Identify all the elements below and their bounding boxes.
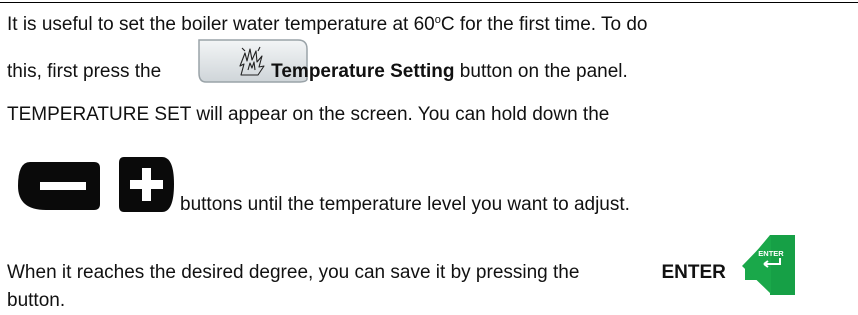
- minus-icon: [18, 162, 100, 210]
- line-2-before: this, first press the: [7, 61, 162, 82]
- line-5-before: When it reaches the desired degree, you …: [7, 262, 580, 283]
- plus-icon: [119, 157, 174, 212]
- temperature-setting-label: Temperature Setting: [271, 61, 455, 82]
- line-1-text: It is useful to set the boiler water tem…: [7, 14, 435, 35]
- paragraph-line-5: When it reaches the desired degree, you …: [7, 262, 726, 284]
- top-rule: [0, 2, 858, 3]
- line-1-tail: C for the first time. To do: [440, 14, 648, 35]
- paragraph-line-2: this, first press the Temperature Setting…: [7, 61, 628, 83]
- paragraph-line-3: TEMPERATURE SET will appear on the scree…: [7, 104, 610, 125]
- paragraph-line-1: It is useful to set the boiler water tem…: [7, 14, 647, 36]
- paragraph-line-4: buttons until the temperature level you …: [180, 194, 630, 215]
- enter-icon-label: ENTER: [758, 249, 784, 258]
- enter-label: ENTER: [661, 262, 726, 283]
- document-page: It is useful to set the boiler water tem…: [0, 0, 858, 315]
- paragraph-line-6: button.: [7, 290, 66, 311]
- line-2-after: button on the panel.: [454, 61, 628, 82]
- enter-arrow-icon: ENTER: [742, 235, 795, 295]
